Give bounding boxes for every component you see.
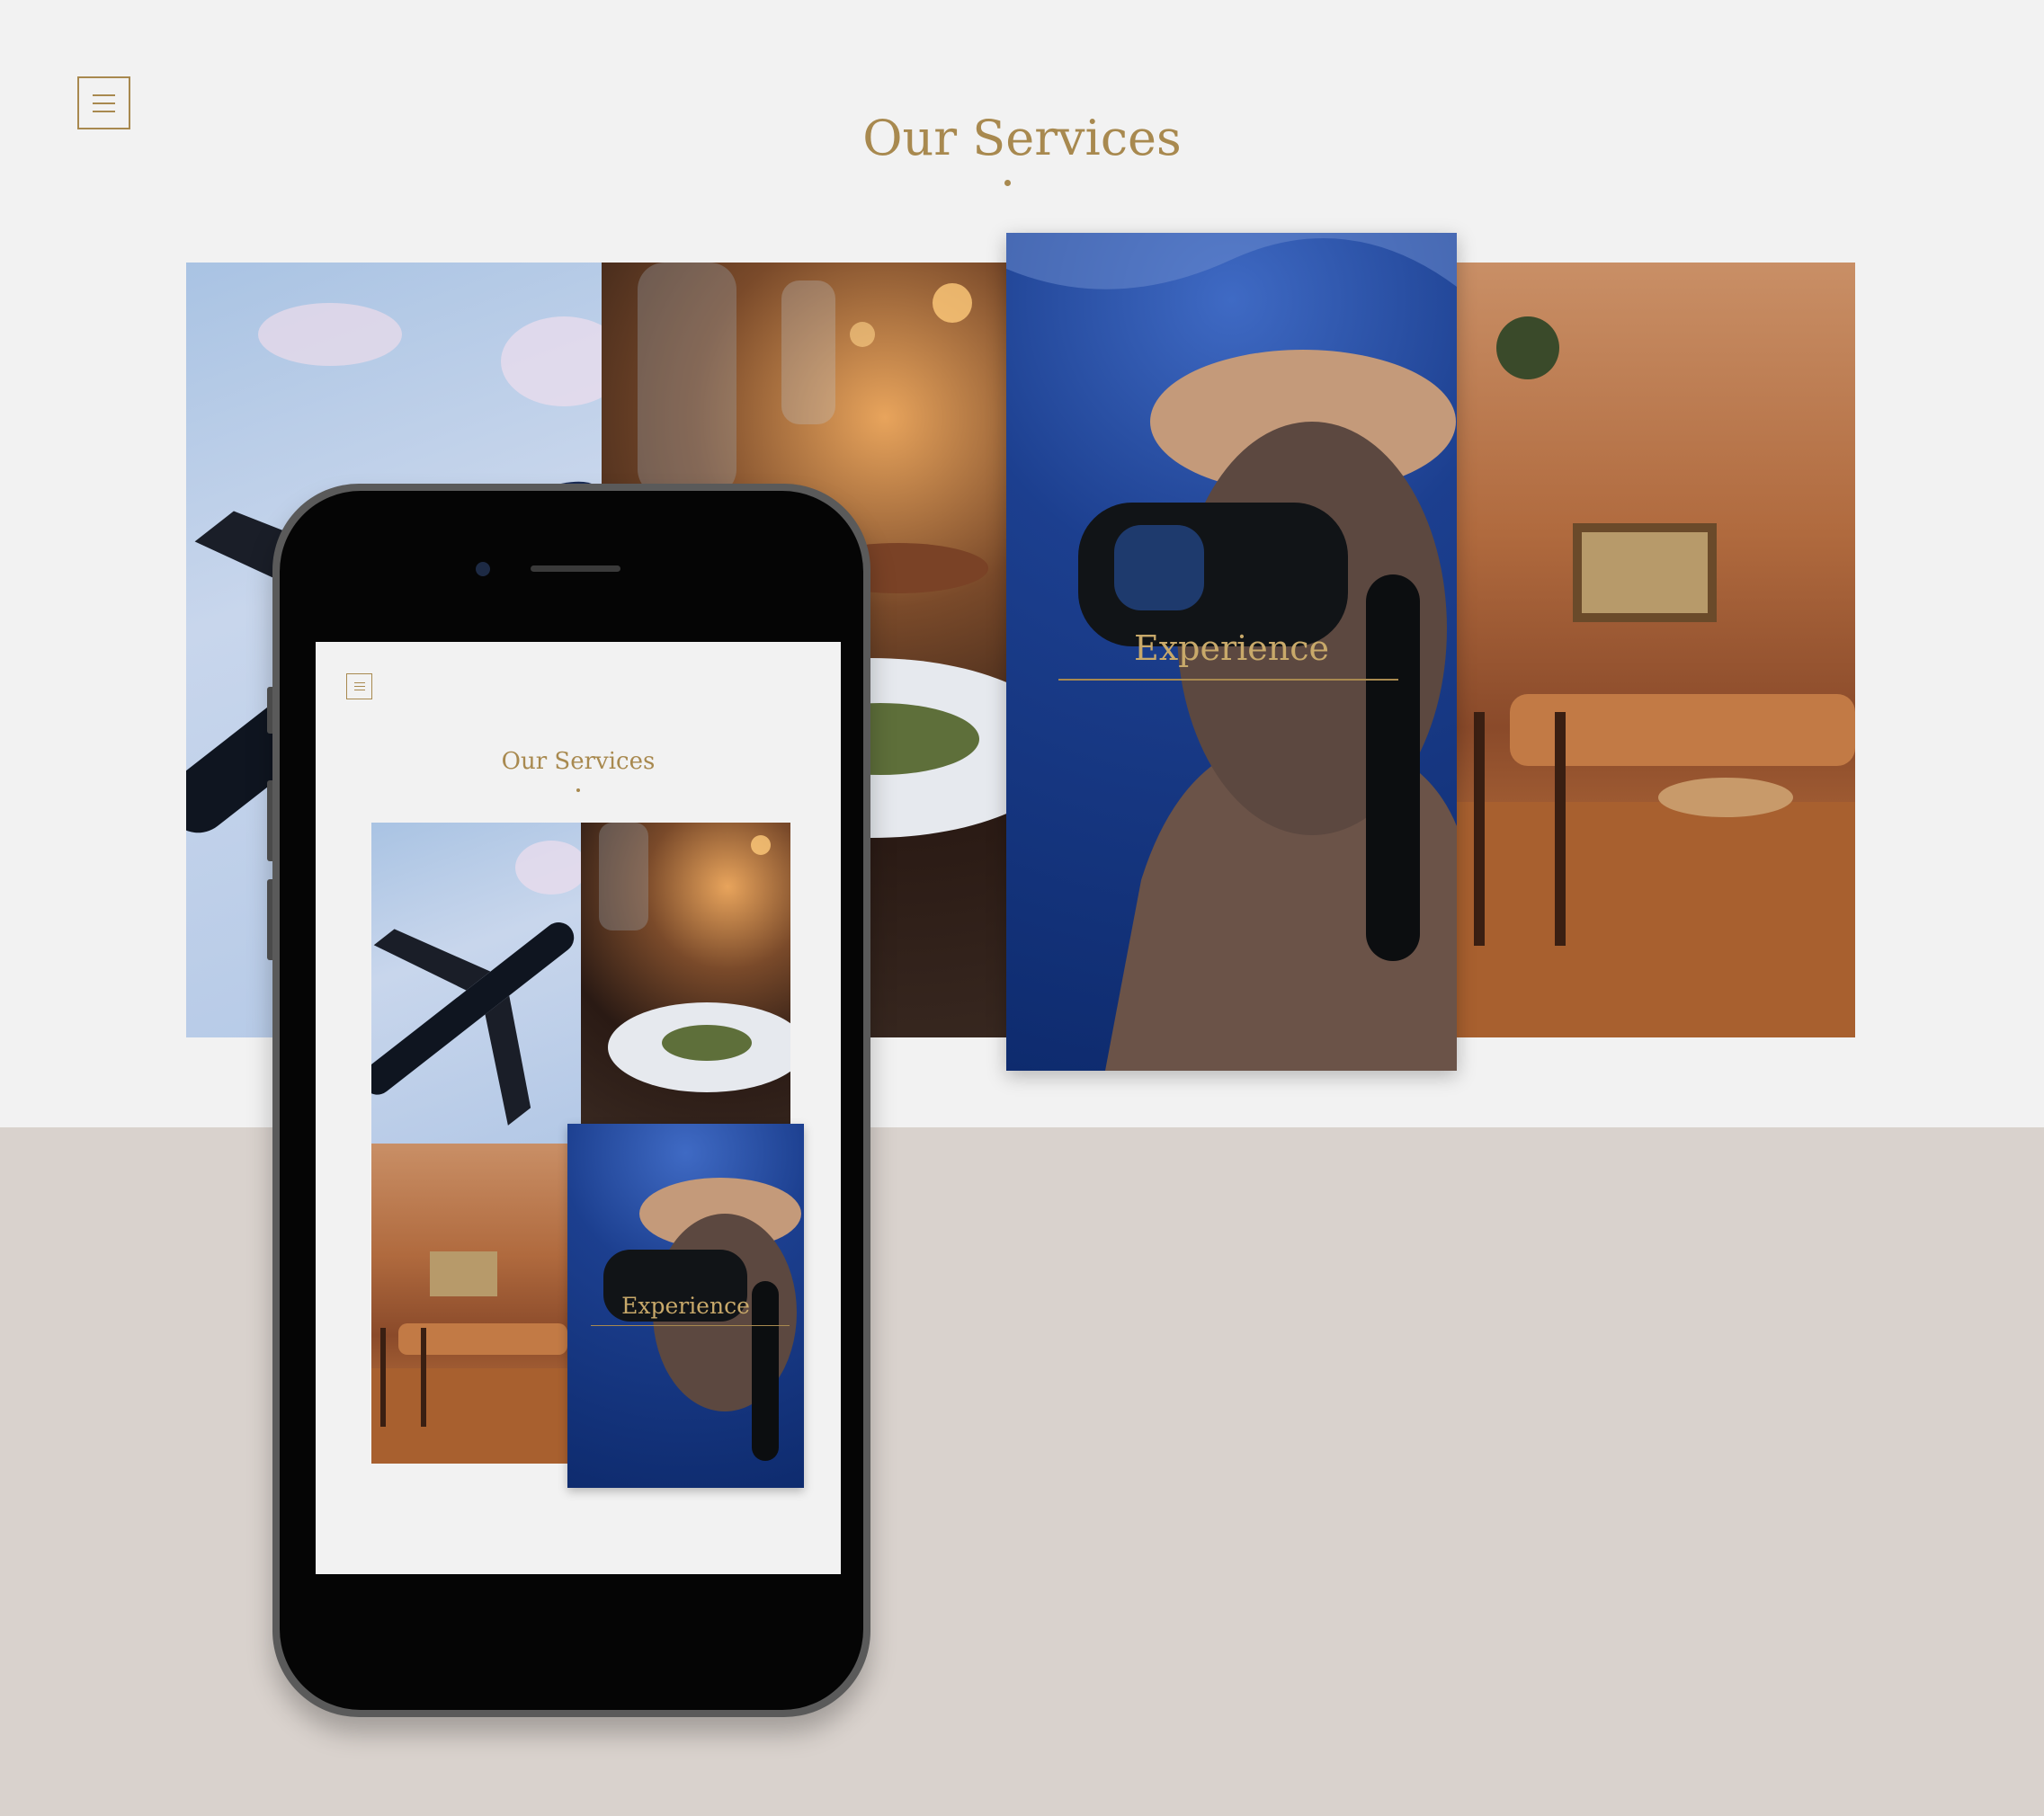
phone-screen: Our Services Experience <box>316 642 841 1574</box>
service-image-lounge[interactable] <box>1456 263 1855 1037</box>
experience-caption: Experience <box>1133 628 1330 668</box>
phone-title-dot <box>576 788 580 792</box>
speaker-grille <box>531 565 620 572</box>
title-dot <box>1004 180 1011 186</box>
service-card-experience[interactable]: Experience <box>1006 233 1457 1071</box>
phone-service-image-lounge[interactable] <box>371 1144 567 1464</box>
phone-experience-caption: Experience <box>621 1293 750 1319</box>
phone-caption-underline <box>591 1325 790 1326</box>
phone-service-image-airplane[interactable] <box>371 823 581 1144</box>
caption-underline <box>1058 679 1398 681</box>
front-camera-icon <box>476 562 490 576</box>
phone-service-card-experience[interactable]: Experience <box>567 1124 804 1488</box>
phone-service-image-dining[interactable] <box>581 823 790 1144</box>
phone-mockup: Our Services Experience <box>267 484 870 1717</box>
phone-hamburger-menu-icon[interactable] <box>346 673 372 699</box>
page-title: Our Services <box>862 110 1182 166</box>
phone-page-title: Our Services <box>501 748 656 775</box>
